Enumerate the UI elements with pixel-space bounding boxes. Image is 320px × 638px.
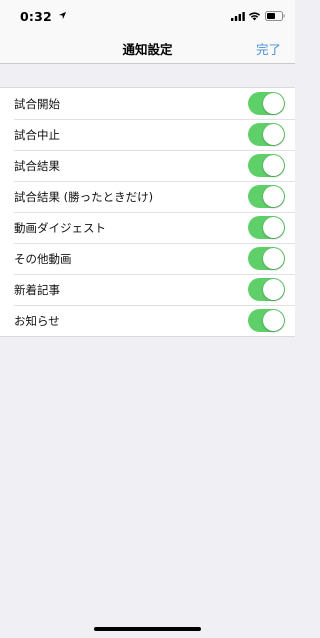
status-time: 0:32 (20, 9, 52, 24)
toggle-knob (263, 186, 284, 207)
setting-label: その他動画 (14, 251, 72, 266)
toggle-knob (263, 217, 284, 238)
setting-row-game-start: 試合開始 (0, 88, 295, 119)
home-indicator[interactable] (94, 627, 201, 631)
new-articles-toggle[interactable] (248, 278, 285, 301)
setting-row-other-videos: その他動画 (0, 243, 295, 274)
signal-icon (231, 12, 245, 21)
navigation-bar: 通知設定 完了 (0, 34, 295, 64)
setting-label: 動画ダイジェスト (14, 220, 106, 235)
setting-row-game-cancel: 試合中止 (0, 119, 295, 150)
setting-label: 試合結果 (勝ったときだけ) (14, 189, 154, 204)
setting-row-video-digest: 動画ダイジェスト (0, 212, 295, 243)
setting-row-game-result-wins-only: 試合結果 (勝ったときだけ) (0, 181, 295, 212)
status-bar: 0:32 (0, 0, 295, 34)
setting-row-announcements: お知らせ (0, 305, 295, 336)
toggle-knob (263, 93, 284, 114)
video-digest-toggle[interactable] (248, 216, 285, 239)
setting-label: 試合開始 (14, 96, 60, 111)
toggle-knob (263, 310, 284, 331)
toggle-knob (263, 124, 284, 145)
setting-label: 新着記事 (14, 282, 60, 297)
other-videos-toggle[interactable] (248, 247, 285, 270)
setting-row-new-articles: 新着記事 (0, 274, 295, 305)
announcements-toggle[interactable] (248, 309, 285, 332)
page-title: 通知設定 (122, 42, 173, 57)
notification-settings-list: 試合開始 試合中止 試合結果 試合結果 (勝ったときだけ) 動画ダイジェスト そ… (0, 87, 295, 337)
wifi-icon (248, 12, 261, 21)
setting-label: お知らせ (14, 313, 60, 328)
game-cancel-toggle[interactable] (248, 123, 285, 146)
game-result-wins-only-toggle[interactable] (248, 185, 285, 208)
setting-label: 試合結果 (14, 158, 60, 173)
game-result-toggle[interactable] (248, 154, 285, 177)
battery-icon (265, 11, 285, 21)
done-button[interactable]: 完了 (256, 39, 281, 58)
toggle-knob (263, 155, 284, 176)
location-arrow-icon (58, 11, 67, 20)
toggle-knob (263, 279, 284, 300)
game-start-toggle[interactable] (248, 92, 285, 115)
setting-row-game-result: 試合結果 (0, 150, 295, 181)
setting-label: 試合中止 (14, 127, 60, 142)
toggle-knob (263, 248, 284, 269)
